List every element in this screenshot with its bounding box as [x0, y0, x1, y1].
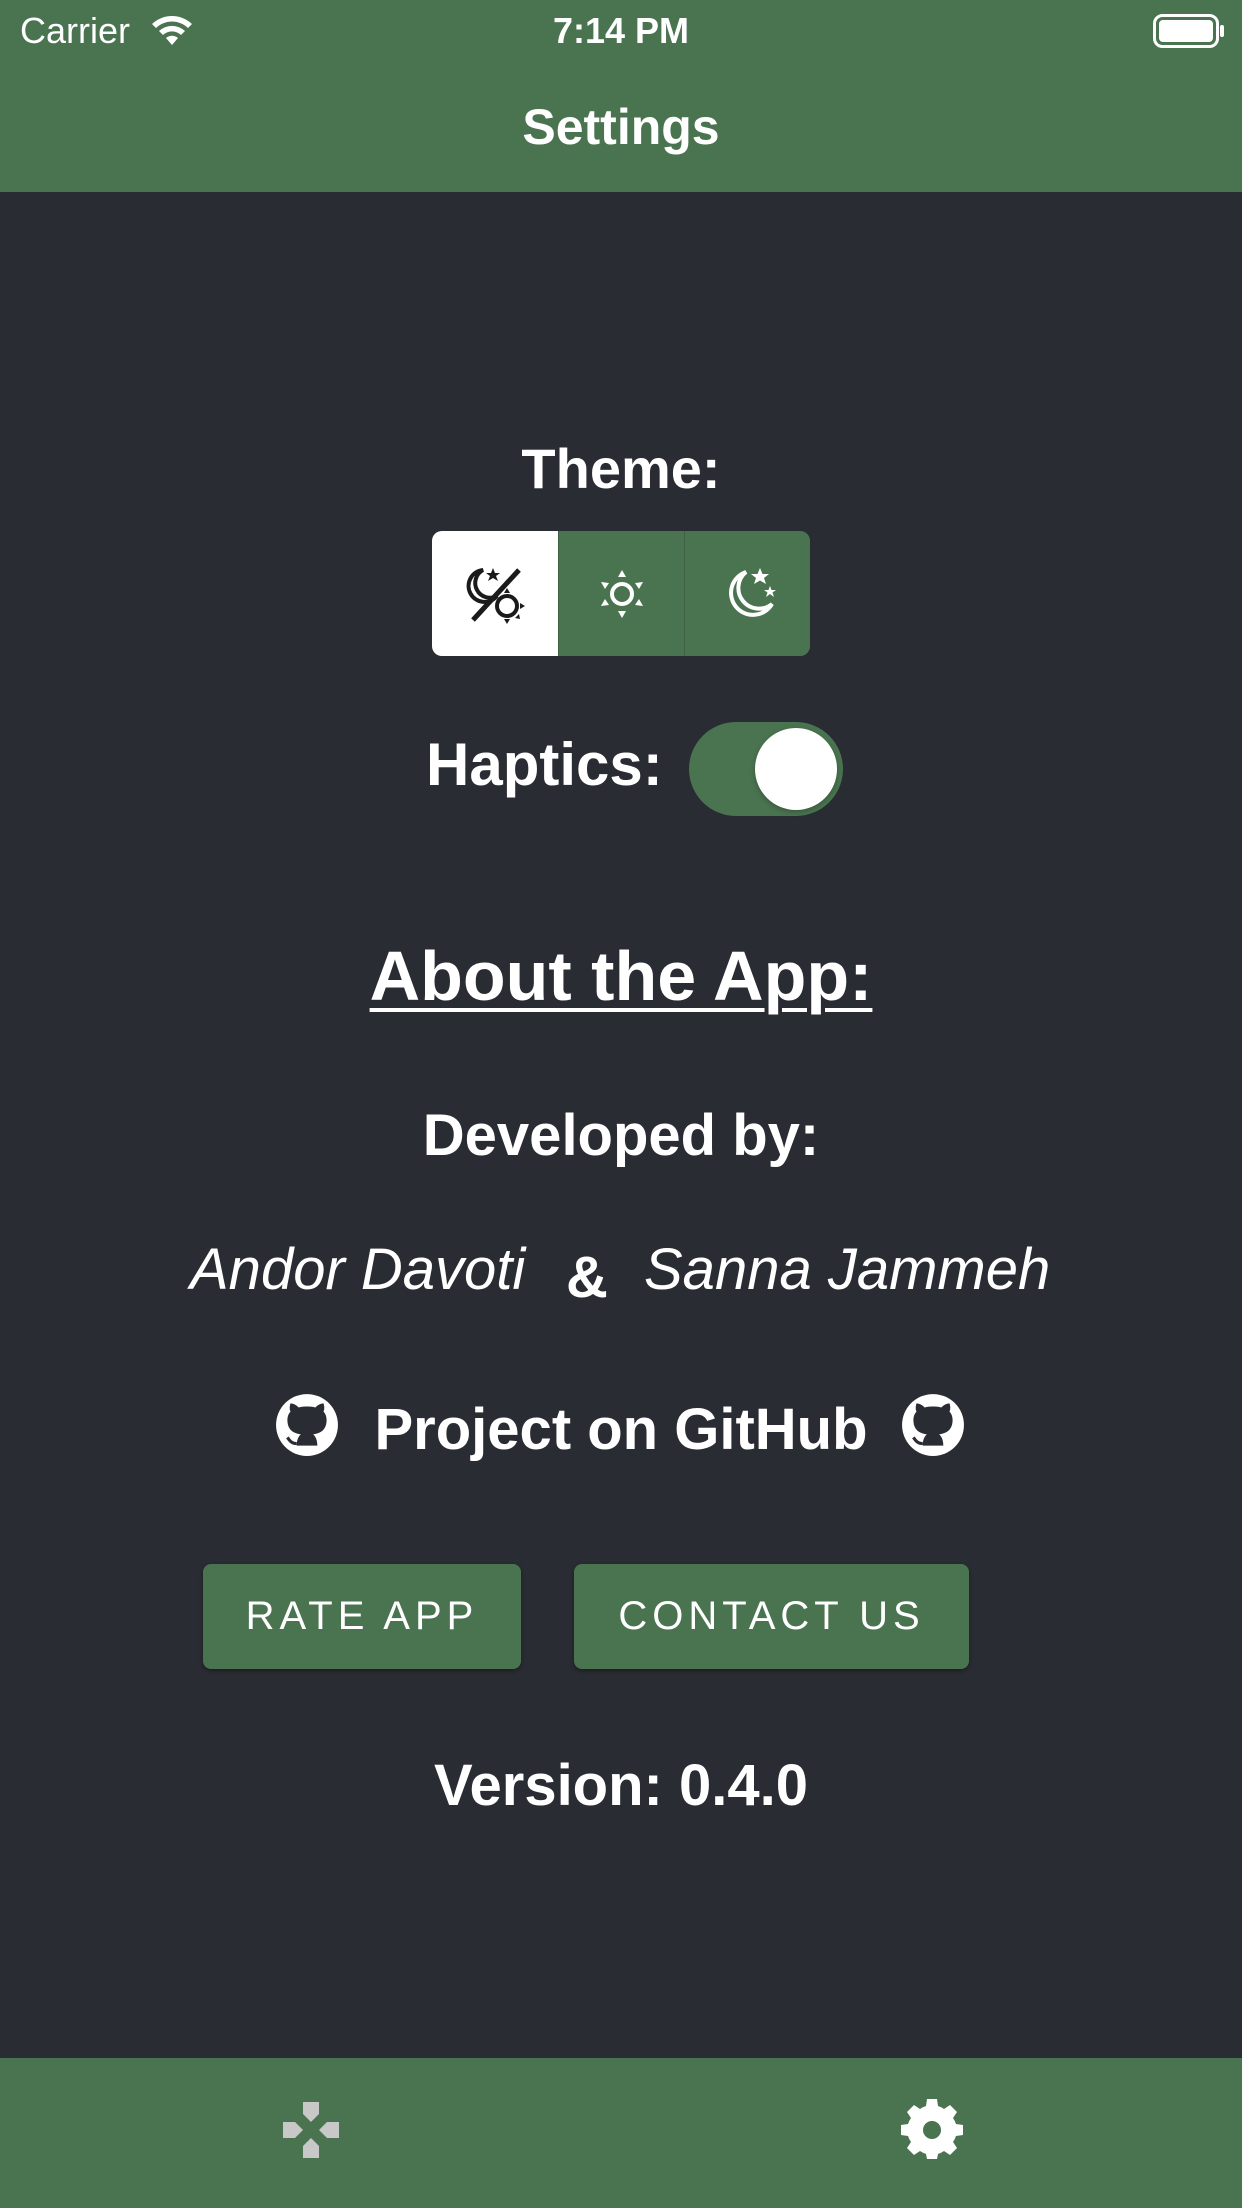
ampersand: & [566, 1245, 608, 1310]
theme-option-auto[interactable] [432, 531, 558, 656]
tab-bar [0, 2058, 1242, 2208]
contact-us-button[interactable]: CONTACT US [574, 1564, 969, 1669]
light-theme-sun-icon [600, 569, 643, 618]
theme-option-light[interactable] [558, 531, 684, 656]
version-label: Version: 0.4.0 [434, 1753, 808, 1818]
github-link[interactable]: Project on GitHub [0, 1388, 1242, 1464]
github-icon [902, 1394, 964, 1456]
status-time: 7:14 PM [552, 10, 690, 51]
tab-settings[interactable] [621, 2058, 1242, 2208]
battery-icon [1153, 14, 1224, 48]
haptics-label: Haptics: [426, 731, 663, 798]
developer-name-2: Sanna Jammeh [644, 1237, 1051, 1302]
auto-theme-icon [466, 567, 525, 624]
haptics-toggle[interactable] [689, 722, 843, 816]
theme-selector [432, 531, 810, 656]
developer-name-1: Andor Davoti [190, 1237, 526, 1302]
gamepad-icon [282, 2102, 339, 2158]
settings-screen: Carrier 7:14 PM Settings Theme: Haptics:… [0, 0, 1242, 2208]
header: Carrier 7:14 PM Settings [0, 0, 1242, 192]
tab-game[interactable] [0, 2058, 621, 2208]
rate-app-button[interactable]: RATE APP [203, 1564, 521, 1669]
theme-label: Theme: [521, 437, 721, 500]
page-title: Settings [522, 99, 720, 155]
toggle-knob [755, 728, 837, 810]
developed-by-label: Developed by: [422, 1103, 820, 1168]
dark-theme-moon-icon [728, 567, 776, 617]
github-link-label: Project on GitHub [374, 1397, 868, 1462]
about-title: About the App: [369, 937, 873, 1015]
gear-icon [900, 2099, 963, 2159]
theme-option-dark[interactable] [684, 531, 810, 656]
status-bar: Carrier 7:14 PM [0, 0, 1242, 62]
